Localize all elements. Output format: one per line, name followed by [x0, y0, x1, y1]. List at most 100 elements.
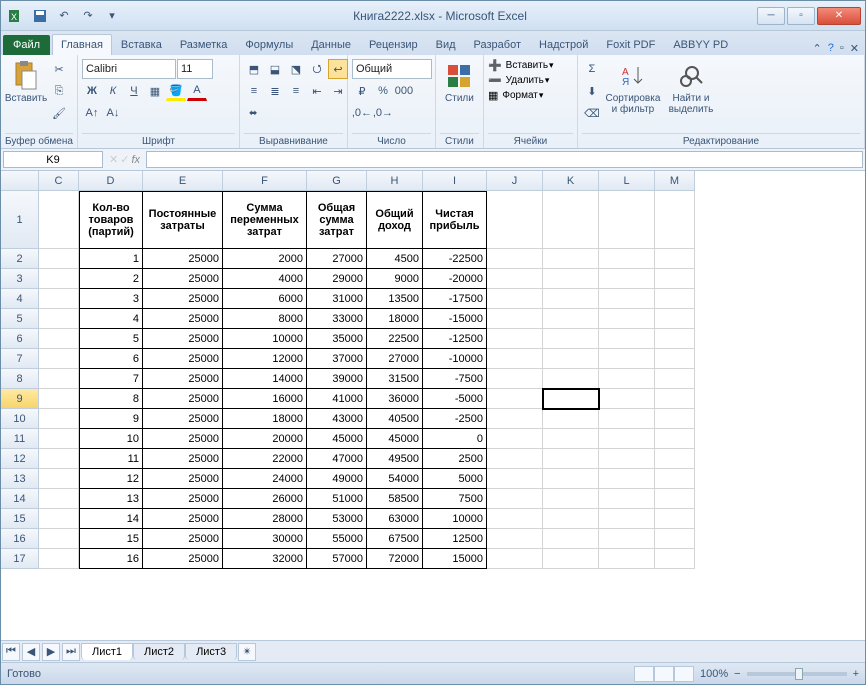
data-cell[interactable]: 31000 [307, 289, 367, 309]
cell[interactable] [39, 489, 79, 509]
tab-view[interactable]: Вид [427, 34, 465, 55]
cell[interactable] [599, 329, 655, 349]
row-header[interactable]: 9 [1, 389, 39, 409]
selected-cell[interactable] [543, 389, 599, 409]
data-cell[interactable]: 25000 [143, 409, 223, 429]
data-cell[interactable]: 25000 [143, 289, 223, 309]
close-button[interactable]: ✕ [817, 7, 861, 25]
styles-button[interactable]: Стили [440, 59, 479, 106]
align-right-icon[interactable]: ≡ [286, 81, 306, 101]
align-top-icon[interactable]: ⬒ [244, 59, 264, 79]
view-normal-icon[interactable] [634, 666, 654, 682]
data-cell[interactable]: 25000 [143, 269, 223, 289]
cell[interactable] [543, 469, 599, 489]
data-cell[interactable]: 9000 [367, 269, 423, 289]
cell[interactable] [655, 529, 695, 549]
data-cell[interactable]: -7500 [423, 369, 487, 389]
data-cell[interactable]: 3 [79, 289, 143, 309]
table-header-cell[interactable]: Сумма переменных затрат [223, 191, 307, 249]
data-cell[interactable]: 10000 [223, 329, 307, 349]
tab-foxit[interactable]: Foxit PDF [597, 34, 664, 55]
cell[interactable] [543, 329, 599, 349]
cell[interactable] [39, 429, 79, 449]
cell[interactable] [487, 249, 543, 269]
col-header[interactable]: M [655, 171, 695, 191]
spreadsheet-grid[interactable]: CDEFGHIJKLM1Кол-во товаров (партий)Посто… [1, 171, 865, 640]
data-cell[interactable]: -10000 [423, 349, 487, 369]
data-cell[interactable]: 25000 [143, 489, 223, 509]
cell[interactable] [543, 529, 599, 549]
cell[interactable] [39, 449, 79, 469]
cell[interactable] [599, 469, 655, 489]
tab-file[interactable]: Файл [3, 35, 50, 55]
cell[interactable] [655, 349, 695, 369]
data-cell[interactable]: 18000 [367, 309, 423, 329]
data-cell[interactable]: 25000 [143, 449, 223, 469]
insert-cell-icon[interactable]: ➕ [488, 59, 502, 72]
cell[interactable] [487, 509, 543, 529]
data-cell[interactable]: 25000 [143, 369, 223, 389]
cell[interactable] [487, 289, 543, 309]
data-cell[interactable]: 12000 [223, 349, 307, 369]
data-cell[interactable]: 33000 [307, 309, 367, 329]
qat-dropdown-icon[interactable]: ▾ [101, 5, 123, 27]
data-cell[interactable]: 10000 [423, 509, 487, 529]
sheet-tab-1[interactable]: Лист1 [81, 643, 133, 660]
cell[interactable] [599, 449, 655, 469]
data-cell[interactable]: 54000 [367, 469, 423, 489]
number-format-combo[interactable]: Общий [352, 59, 432, 79]
data-cell[interactable]: 8000 [223, 309, 307, 329]
zoom-in-icon[interactable]: + [853, 668, 859, 680]
cell[interactable] [655, 269, 695, 289]
cell[interactable] [487, 389, 543, 409]
data-cell[interactable]: -15000 [423, 309, 487, 329]
data-cell[interactable]: 36000 [367, 389, 423, 409]
data-cell[interactable]: -2500 [423, 409, 487, 429]
col-header[interactable]: L [599, 171, 655, 191]
cell[interactable] [487, 549, 543, 569]
cell[interactable] [39, 191, 79, 249]
data-cell[interactable]: 2500 [423, 449, 487, 469]
cell[interactable] [543, 449, 599, 469]
border-button[interactable]: ▦ [145, 81, 165, 101]
cell[interactable] [39, 409, 79, 429]
cell[interactable] [655, 249, 695, 269]
cancel-formula-icon[interactable]: ✕ [109, 153, 118, 166]
workbook-close-icon[interactable]: ✕ [850, 42, 859, 55]
data-cell[interactable]: 35000 [307, 329, 367, 349]
new-sheet-icon[interactable]: ✴ [238, 643, 256, 661]
cut-icon[interactable]: ✂ [49, 59, 69, 79]
increase-decimal-icon[interactable]: ,0← [352, 103, 372, 123]
bold-button[interactable]: Ж [82, 81, 102, 101]
tab-insert[interactable]: Вставка [112, 34, 171, 55]
format-painter-icon[interactable]: 🖌 [49, 103, 69, 123]
cell[interactable] [599, 309, 655, 329]
data-cell[interactable]: 25000 [143, 349, 223, 369]
tab-layout[interactable]: Разметка [171, 34, 237, 55]
percent-icon[interactable]: % [373, 81, 393, 101]
tab-data[interactable]: Данные [302, 34, 360, 55]
data-cell[interactable]: 12500 [423, 529, 487, 549]
cell[interactable] [39, 269, 79, 289]
row-header[interactable]: 10 [1, 409, 39, 429]
cell[interactable] [655, 449, 695, 469]
col-header[interactable]: F [223, 171, 307, 191]
table-header-cell[interactable]: Чистая прибыль [423, 191, 487, 249]
data-cell[interactable]: 13 [79, 489, 143, 509]
data-cell[interactable]: 14000 [223, 369, 307, 389]
data-cell[interactable]: 8 [79, 389, 143, 409]
data-cell[interactable]: 25000 [143, 309, 223, 329]
data-cell[interactable]: 43000 [307, 409, 367, 429]
data-cell[interactable]: 7 [79, 369, 143, 389]
decrease-indent-icon[interactable]: ⇤ [307, 81, 327, 101]
data-cell[interactable]: -22500 [423, 249, 487, 269]
cell[interactable] [543, 249, 599, 269]
cell[interactable] [655, 369, 695, 389]
cell[interactable] [655, 191, 695, 249]
cell[interactable] [655, 549, 695, 569]
data-cell[interactable]: 2000 [223, 249, 307, 269]
cell[interactable] [599, 409, 655, 429]
window-restore-icon[interactable]: ▫ [840, 42, 844, 55]
clear-icon[interactable]: ⌫ [582, 103, 602, 123]
align-center-icon[interactable]: ≣ [265, 81, 285, 101]
